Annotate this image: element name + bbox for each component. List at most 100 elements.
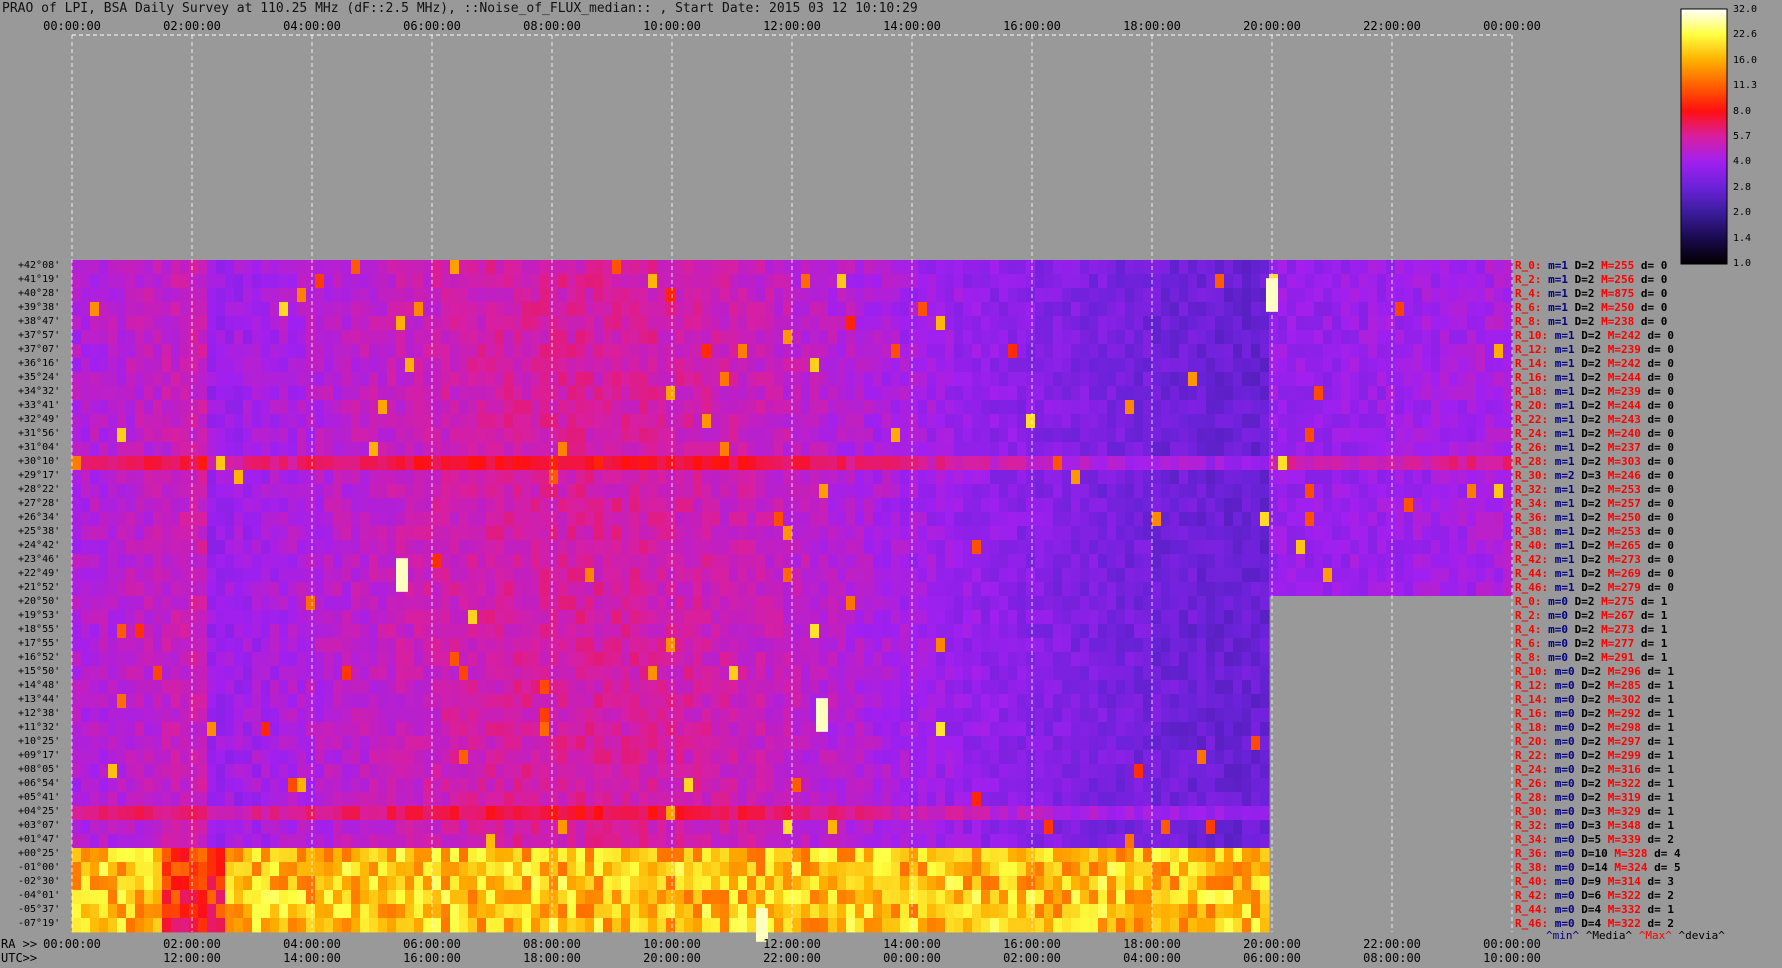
heat-cell	[1386, 288, 1396, 303]
heat-cell	[126, 302, 136, 317]
heat-cell	[216, 484, 226, 499]
heat-cell	[117, 358, 127, 373]
heat-cell	[1269, 456, 1279, 471]
heat-cell	[801, 386, 811, 401]
heat-cell	[1143, 680, 1153, 695]
heat-cell	[1260, 498, 1270, 513]
heat-cell	[243, 680, 253, 695]
heat-cell	[747, 372, 757, 387]
heat-cell	[360, 330, 370, 345]
heat-cell	[1125, 484, 1135, 499]
heat-cell	[1152, 302, 1162, 317]
heat-cell	[234, 512, 244, 527]
heat-cell	[909, 540, 919, 555]
heat-cell	[333, 386, 343, 401]
heat-cell	[504, 344, 514, 359]
heat-cell	[297, 302, 307, 317]
heat-cell	[855, 596, 865, 611]
heat-cell	[117, 680, 127, 695]
heat-cell	[675, 554, 685, 569]
heat-cell	[801, 708, 811, 723]
heat-cell	[711, 274, 721, 289]
heat-cell	[180, 274, 190, 289]
heat-cell	[540, 386, 550, 401]
heat-cell	[1242, 274, 1252, 289]
heat-cell	[126, 596, 136, 611]
heat-cell	[144, 568, 154, 583]
heat-cell	[306, 498, 316, 513]
heat-cell	[234, 708, 244, 723]
heat-cell	[819, 568, 829, 583]
heat-cell	[1350, 400, 1360, 415]
heat-cell	[90, 456, 100, 471]
heat-cell	[684, 652, 694, 667]
heat-cell	[1233, 400, 1243, 415]
heat-cell	[846, 274, 856, 289]
heat-cell	[234, 442, 244, 457]
heat-cell	[162, 456, 172, 471]
heat-cell	[1233, 610, 1243, 625]
heat-cell	[828, 456, 838, 471]
heat-cell	[630, 610, 640, 625]
heat-cell	[288, 456, 298, 471]
heat-cell	[333, 302, 343, 317]
heat-cell	[1053, 470, 1063, 485]
heat-cell	[900, 400, 910, 415]
heat-cell	[1242, 414, 1252, 429]
heat-cell	[954, 554, 964, 569]
heat-cell	[531, 666, 541, 681]
heat-cell	[774, 316, 784, 331]
heat-cell	[513, 596, 523, 611]
heat-cell	[1386, 274, 1396, 289]
heat-cell	[126, 386, 136, 401]
heat-cell	[153, 638, 163, 653]
heat-cell	[261, 666, 271, 681]
heat-cell	[1350, 414, 1360, 429]
heat-cell	[468, 330, 478, 345]
heat-cell	[774, 596, 784, 611]
heat-cell	[81, 386, 91, 401]
heat-cell	[216, 680, 226, 695]
heat-cell	[342, 358, 352, 373]
heat-cell	[936, 428, 946, 443]
heat-cell	[819, 554, 829, 569]
heat-cell	[1296, 344, 1306, 359]
heat-cell	[1080, 554, 1090, 569]
heat-cell	[1188, 680, 1198, 695]
heat-cell	[1035, 610, 1045, 625]
heat-cell	[648, 302, 658, 317]
heat-cell	[1206, 288, 1216, 303]
heat-cell	[1008, 288, 1018, 303]
heat-cell	[873, 582, 883, 597]
heat-cell	[990, 624, 1000, 639]
heat-cell	[1125, 624, 1135, 639]
heat-cell	[666, 400, 676, 415]
heat-cell	[342, 302, 352, 317]
heat-cell	[531, 582, 541, 597]
heat-cell	[891, 358, 901, 373]
heat-cell	[1404, 358, 1414, 373]
heat-cell	[1008, 428, 1018, 443]
heat-cell	[675, 358, 685, 373]
heat-cell	[954, 428, 964, 443]
heat-cell	[1188, 358, 1198, 373]
heat-cell	[747, 680, 757, 695]
heat-cell	[1359, 442, 1369, 457]
heat-cell	[1440, 330, 1450, 345]
heat-cell	[153, 456, 163, 471]
heat-cell	[1125, 554, 1135, 569]
heat-cell	[954, 652, 964, 667]
heat-cell	[288, 680, 298, 695]
heat-cell	[522, 302, 532, 317]
heat-cell	[1494, 442, 1504, 457]
heat-cell	[594, 526, 604, 541]
heat-cell	[1287, 302, 1297, 317]
heat-cell	[324, 610, 334, 625]
heat-cell	[1170, 554, 1180, 569]
heat-cell	[1098, 526, 1108, 541]
heat-cell	[954, 624, 964, 639]
heat-cell	[873, 428, 883, 443]
heat-cell	[864, 372, 874, 387]
heat-cell	[1251, 316, 1261, 331]
heat-cell	[495, 330, 505, 345]
